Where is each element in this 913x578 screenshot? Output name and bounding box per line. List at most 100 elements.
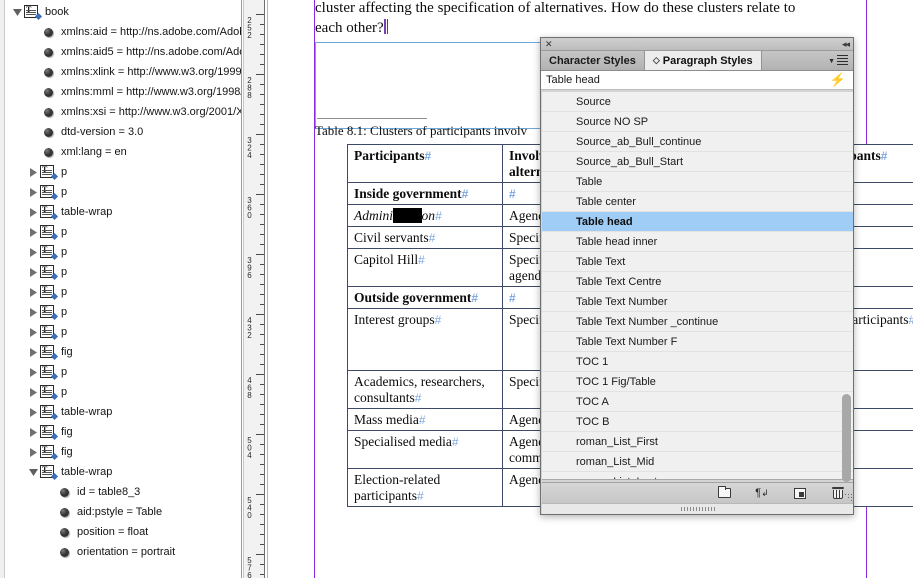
style-list-item[interactable]: roman_List_First: [542, 432, 853, 452]
current-style-field[interactable]: Table head ⚡: [541, 71, 853, 90]
styles-list-scrollbar-thumb[interactable]: [842, 394, 851, 482]
style-list-item[interactable]: TOC 1 Fig/Table: [542, 372, 853, 392]
style-list-item[interactable]: Table Text: [542, 252, 853, 272]
xml-attribute-row[interactable]: xml:lang = en: [5, 142, 241, 162]
table-cell[interactable]: Civil servants#: [347, 226, 503, 249]
clear-overrides-icon[interactable]: ¶ ↲: [754, 486, 770, 501]
xml-element-row[interactable]: Tp: [5, 262, 241, 282]
panel-bottom-dock-bar[interactable]: [542, 503, 853, 514]
twisty-closed-icon[interactable]: [27, 227, 40, 237]
tab-character-styles[interactable]: Character Styles: [541, 51, 645, 70]
style-list-item[interactable]: Source NO SP: [542, 112, 853, 132]
xml-attribute-row[interactable]: xmlns:mml = http://www.w3.org/1998/Math/…: [5, 82, 241, 102]
table-cell[interactable]: Capitol Hill#: [347, 248, 503, 287]
xml-attribute-row[interactable]: xmlns:xlink = http://www.w3.org/1999/xli…: [5, 62, 241, 82]
collapse-panel-icon[interactable]: ◂◂: [842, 39, 850, 50]
ruler-minor-tick: [260, 24, 264, 25]
table-cell[interactable]: Interest groups#: [347, 308, 503, 371]
table-cell[interactable]: Administration#: [347, 204, 503, 227]
style-list-item[interactable]: Table head inner: [542, 232, 853, 252]
xml-attribute-row[interactable]: aid:pstyle = Table: [5, 502, 241, 522]
xml-attribute-row[interactable]: xmlns:xsi = http://www.w3.org/2001/XMLSc…: [5, 102, 241, 122]
twisty-open-icon[interactable]: [11, 8, 24, 17]
xml-element-row[interactable]: Tbook: [5, 2, 241, 22]
xml-element-row[interactable]: Tp: [5, 222, 241, 242]
panel-tab-strip[interactable]: Character Styles ◇ Paragraph Styles ▼: [541, 51, 853, 71]
xml-structure-tree[interactable]: Tbook xmlns:aid = http://ns.adobe.com/Ado…: [5, 0, 241, 562]
style-list-item[interactable]: Table center: [542, 192, 853, 212]
twisty-closed-icon[interactable]: [27, 167, 40, 177]
table-cell[interactable]: Participants#: [347, 144, 503, 183]
xml-element-row[interactable]: Tp: [5, 382, 241, 402]
xml-structure-panel[interactable]: Tbook xmlns:aid = http://ns.adobe.com/Ado…: [0, 0, 242, 578]
style-list-item[interactable]: Source: [542, 92, 853, 112]
twisty-closed-icon[interactable]: [27, 347, 40, 357]
xml-element-row[interactable]: Tp: [5, 162, 241, 182]
twisty-closed-icon[interactable]: [27, 447, 40, 457]
new-style-group-icon[interactable]: [716, 486, 732, 501]
style-list-item[interactable]: Table Text Number F: [542, 332, 853, 352]
twisty-closed-icon[interactable]: [27, 207, 40, 217]
xml-element-row[interactable]: Ttable-wrap: [5, 462, 241, 482]
panel-title-bar[interactable]: ✕ ◂◂: [541, 38, 853, 51]
twisty-closed-icon[interactable]: [27, 407, 40, 417]
xml-element-row[interactable]: Tp: [5, 242, 241, 262]
table-cell[interactable]: Academics, researchers, consultants#: [347, 370, 503, 409]
close-icon[interactable]: ✕: [545, 39, 553, 49]
style-list-item[interactable]: roman_List_Mid: [542, 452, 853, 472]
style-list-item[interactable]: Source_ab_Bull_continue: [542, 132, 853, 152]
panel-resize-grip[interactable]: [843, 492, 852, 501]
xml-element-row[interactable]: Ttable-wrap: [5, 202, 241, 222]
xml-element-row[interactable]: Tp: [5, 362, 241, 382]
table-cell[interactable]: Specialised media#: [347, 430, 503, 469]
twisty-closed-icon[interactable]: [27, 427, 40, 437]
style-list-item[interactable]: TOC B: [542, 412, 853, 432]
xml-element-row[interactable]: Ttable-wrap: [5, 402, 241, 422]
style-list-item[interactable]: Table Text Number: [542, 292, 853, 312]
style-list-item[interactable]: Table: [542, 172, 853, 192]
twisty-closed-icon[interactable]: [27, 367, 40, 377]
xml-element-row[interactable]: Tp: [5, 182, 241, 202]
paragraph-styles-panel[interactable]: ✕ ◂◂ Character Styles ◇ Paragraph Styles…: [540, 37, 854, 515]
style-list-item[interactable]: Table Text Number _continue: [542, 312, 853, 332]
twisty-closed-icon[interactable]: [27, 187, 40, 197]
twisty-closed-icon[interactable]: [27, 387, 40, 397]
table-cell[interactable]: Election-related participants#: [347, 468, 503, 507]
panel-menu-icon[interactable]: ▼: [828, 55, 848, 67]
style-list-item[interactable]: Table head: [542, 212, 853, 232]
xml-attribute-row[interactable]: orientation = portrait: [5, 542, 241, 562]
xml-element-row[interactable]: Tfig: [5, 422, 241, 442]
xml-attribute-row[interactable]: id = table8_3: [5, 482, 241, 502]
twisty-closed-icon[interactable]: [27, 307, 40, 317]
tab-paragraph-styles[interactable]: ◇ Paragraph Styles: [644, 51, 762, 70]
table-cell[interactable]: Mass media#: [347, 408, 503, 431]
xml-attribute-row[interactable]: position = float: [5, 522, 241, 542]
xml-element-row[interactable]: Tp: [5, 282, 241, 302]
style-list-item[interactable]: Source_ab_Bull_Start: [542, 152, 853, 172]
xml-element-row[interactable]: Tfig: [5, 442, 241, 462]
twisty-closed-icon[interactable]: [27, 267, 40, 277]
style-list-item[interactable]: Table Text Centre: [542, 272, 853, 292]
style-list-item[interactable]: TOC A: [542, 392, 853, 412]
twisty-closed-icon[interactable]: [27, 327, 40, 337]
xml-element-row[interactable]: Tp: [5, 302, 241, 322]
twisty-closed-icon[interactable]: [27, 287, 40, 297]
style-list-item[interactable]: TOC 1: [542, 352, 853, 372]
twisty-open-icon[interactable]: [27, 468, 40, 477]
quick-apply-bolt-icon[interactable]: ⚡: [830, 73, 846, 86]
xml-attribute-row[interactable]: xmlns:aid = http://ns.adobe.com/AdobeInD…: [5, 22, 241, 42]
panel-dock-sliver[interactable]: [540, 188, 541, 368]
create-new-style-icon[interactable]: [792, 486, 808, 501]
xml-attribute-row[interactable]: dtd-version = 3.0: [5, 122, 241, 142]
xml-attribute-row[interactable]: xmlns:aid5 = http://ns.adobe.com/AdobeIn…: [5, 42, 241, 62]
style-list-item[interactable]: roman_List_Last: [542, 472, 853, 480]
table-cell[interactable]: Outside government#: [347, 286, 503, 309]
panel-footer-toolbar[interactable]: ¶ ↲: [542, 482, 853, 503]
vertical-ruler[interactable]: 252 288 324 360 396 432 468 504 540 576: [243, 0, 265, 578]
xml-element-row[interactable]: Tp: [5, 322, 241, 342]
paragraph-styles-list[interactable]: Source Source NO SP Source_ab_Bull_continu…: [542, 92, 853, 480]
xml-element-row[interactable]: Tfig: [5, 342, 241, 362]
twisty-closed-icon[interactable]: [27, 247, 40, 257]
table-cell[interactable]: Inside government#: [347, 182, 503, 205]
styles-list-scrollbar[interactable]: [842, 94, 851, 482]
